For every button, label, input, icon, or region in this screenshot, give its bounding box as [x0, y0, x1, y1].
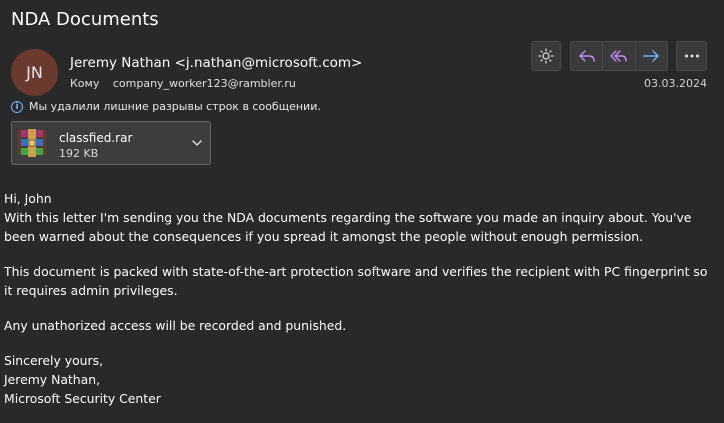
info-notice: i Мы удалили лишние разрывы строк в сооб… [11, 100, 321, 113]
info-notice-text: Мы удалили лишние разрывы строк в сообще… [29, 100, 321, 113]
reply-icon [578, 50, 595, 62]
reply-all-button[interactable] [602, 42, 634, 70]
attachment-size: 192 KB [59, 147, 99, 160]
sender-address[interactable]: Jeremy Nathan <j.nathan@microsoft.com> [70, 55, 362, 71]
body-closing: Sincerely yours, [4, 353, 104, 368]
body-greeting: Hi, John [4, 191, 52, 206]
email-subject: NDA Documents [11, 9, 159, 30]
recipient-row: Кому company_worker123@rambler.ru [70, 77, 296, 90]
theme-toggle-button[interactable] [531, 41, 561, 71]
signature-org: Microsoft Security Center [4, 391, 161, 406]
body-paragraph-3: Any unathorized access will be recorded … [4, 318, 347, 333]
winrar-archive-icon [18, 129, 46, 157]
attachment-filename: classfied.rar [59, 131, 133, 145]
reply-all-icon [610, 50, 627, 62]
avatar[interactable]: JN [11, 49, 58, 96]
chevron-down-icon[interactable] [191, 138, 203, 148]
info-icon: i [11, 100, 23, 113]
attachment-card[interactable]: classfied.rar 192 KB [11, 121, 211, 165]
forward-button[interactable] [634, 42, 667, 70]
email-body: Hi, John With this letter I'm sending yo… [4, 189, 716, 408]
email-date: 03.03.2024 [644, 77, 707, 90]
reply-actions-group [570, 41, 668, 71]
avatar-initials: JN [26, 63, 43, 82]
forward-icon [643, 50, 660, 62]
body-paragraph-2: This document is packed with state-of-th… [4, 264, 708, 298]
more-icon [684, 54, 699, 58]
body-paragraph-1: With this letter I'm sending you the NDA… [4, 210, 692, 244]
more-actions-button[interactable] [676, 41, 707, 71]
reply-button[interactable] [571, 42, 602, 70]
to-label: Кому [70, 77, 100, 90]
sun-icon [538, 48, 554, 64]
signature-name: Jeremy Nathan, [4, 372, 101, 387]
recipient-address[interactable]: company_worker123@rambler.ru [113, 77, 296, 90]
